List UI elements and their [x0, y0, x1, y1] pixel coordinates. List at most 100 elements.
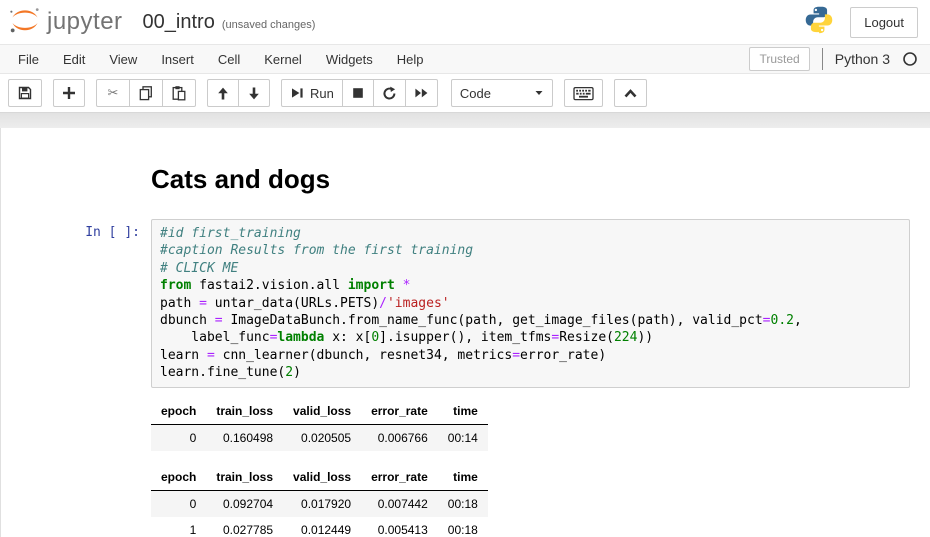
save-icon — [17, 85, 33, 101]
code-line: learn.fine_tune(2) — [160, 364, 901, 381]
table-cell: 0.160498 — [206, 424, 283, 451]
run-button[interactable]: Run — [281, 79, 343, 107]
code-line: learn = cnn_learner(dbunch, resnet34, me… — [160, 347, 901, 364]
table-cell: 0.012449 — [283, 517, 361, 537]
scroll-up-button[interactable] — [614, 79, 647, 107]
trusted-button[interactable]: Trusted — [749, 47, 809, 71]
cell-type-value: Code — [460, 86, 491, 101]
stop-button[interactable] — [343, 79, 374, 107]
code-line: #id first_training — [160, 225, 901, 242]
cut-button[interactable]: ✂ — [96, 79, 130, 107]
training-results-table-2: epochtrain_lossvalid_losserror_ratetime0… — [151, 464, 488, 537]
code-line: from fastai2.vision.all import * — [160, 277, 901, 294]
code-area: #id first_training#caption Results from … — [160, 225, 901, 382]
notebook-title[interactable]: 00_intro — [143, 11, 215, 34]
paste-icon — [171, 85, 187, 101]
caret-down-icon — [534, 86, 544, 101]
scroll-up-icon — [623, 87, 638, 100]
menu-item-insert[interactable]: Insert — [149, 46, 206, 73]
paste-button[interactable] — [163, 79, 196, 107]
table-cell: 00:18 — [438, 517, 488, 537]
table-cell: 0.007442 — [361, 490, 438, 517]
training-results-table-1: epochtrain_lossvalid_losserror_ratetime0… — [151, 398, 488, 451]
column-header-error_rate: error_rate — [361, 464, 438, 491]
svg-text:✂: ✂ — [108, 85, 119, 100]
toolbar-extra-groups — [564, 79, 647, 107]
jupyter-logo[interactable]: jupyter — [8, 6, 123, 39]
menu-item-help[interactable]: Help — [385, 46, 436, 73]
table-cell: 0.027785 — [206, 517, 283, 537]
menu-item-view[interactable]: View — [97, 46, 149, 73]
move-up-button[interactable] — [207, 79, 239, 107]
add-cell-button[interactable] — [53, 79, 85, 107]
menu-item-widgets[interactable]: Widgets — [314, 46, 385, 73]
menubar-items: FileEditViewInsertCellKernelWidgetsHelp — [6, 46, 436, 73]
restart-button[interactable] — [374, 79, 406, 107]
run-button-label: Run — [310, 86, 334, 101]
toolbar-button-group — [564, 79, 603, 107]
column-header-valid_loss: valid_loss — [283, 464, 361, 491]
code-line: label_func=lambda x: x[0].isupper(), ite… — [160, 329, 901, 346]
checkpoint-status: (unsaved changes) — [222, 14, 316, 31]
code-line: # CLICK ME — [160, 260, 901, 277]
menu-item-kernel[interactable]: Kernel — [252, 46, 314, 73]
column-header-train_loss: train_loss — [206, 398, 283, 425]
fast-forward-button[interactable] — [406, 79, 438, 107]
command-palette-button[interactable] — [564, 79, 603, 107]
toolbar-button-group — [207, 79, 270, 107]
python-logo-icon — [804, 5, 834, 40]
column-header-time: time — [438, 398, 488, 425]
toolbar-groups: ✂ Run — [8, 79, 438, 107]
kernel-name: Python 3 — [835, 51, 890, 67]
toolbar-button-group — [8, 79, 42, 107]
jupyter-logo-icon — [8, 6, 42, 39]
code-cell[interactable]: In [ ]: #id first_training#caption Resul… — [1, 219, 930, 388]
table-row: 10.0277850.0124490.00541300:18 — [151, 517, 488, 537]
toolbar-button-group — [614, 79, 647, 107]
cut-icon: ✂ — [105, 85, 121, 101]
jupyter-logo-text: jupyter — [47, 8, 123, 36]
column-header-epoch: epoch — [151, 464, 206, 491]
markdown-heading[interactable]: Cats and dogs — [151, 164, 910, 195]
cell-type-dropdown[interactable]: Code — [451, 79, 553, 107]
kernel-separator — [822, 48, 823, 70]
code-line: dbunch = ImageDataBunch.from_name_func(p… — [160, 312, 901, 329]
table-row: 00.1604980.0205050.00676600:14 — [151, 424, 488, 451]
table-cell: 1 — [151, 517, 206, 537]
logout-button[interactable]: Logout — [850, 7, 918, 38]
code-line: #caption Results from the first training — [160, 242, 901, 259]
table-cell: 0 — [151, 424, 206, 451]
add-cell-icon — [62, 86, 76, 100]
header: jupyter 00_intro (unsaved changes) Logou… — [0, 0, 930, 44]
copy-icon — [138, 85, 154, 101]
move-down-button[interactable] — [239, 79, 270, 107]
menu-item-cell[interactable]: Cell — [206, 46, 252, 73]
notebook-area: Cats and dogs In [ ]: #id first_training… — [0, 128, 930, 537]
menu-item-edit[interactable]: Edit — [51, 46, 97, 73]
table-cell: 0.092704 — [206, 490, 283, 517]
stop-icon — [351, 86, 365, 100]
toolbar-button-group: Run — [281, 79, 438, 107]
restart-icon — [382, 86, 397, 101]
save-button[interactable] — [8, 79, 42, 107]
table-cell: 0.020505 — [283, 424, 361, 451]
table-cell: 0.006766 — [361, 424, 438, 451]
table-cell: 00:14 — [438, 424, 488, 451]
menubar: FileEditViewInsertCellKernelWidgetsHelp … — [0, 44, 930, 74]
copy-button[interactable] — [130, 79, 163, 107]
output-area: epochtrain_lossvalid_losserror_ratetime0… — [151, 398, 910, 537]
code-editor[interactable]: #id first_training#caption Results from … — [151, 219, 910, 388]
input-prompt: In [ ]: — [1, 219, 151, 240]
column-header-time: time — [438, 464, 488, 491]
toolbar: ✂ Run Code — [0, 74, 930, 112]
table-cell: 0.017920 — [283, 490, 361, 517]
page-background-strip — [0, 112, 930, 128]
menu-item-file[interactable]: File — [6, 46, 51, 73]
column-header-error_rate: error_rate — [361, 398, 438, 425]
kernel-idle-icon — [902, 51, 918, 67]
table-cell: 0 — [151, 490, 206, 517]
column-header-valid_loss: valid_loss — [283, 398, 361, 425]
table-cell: 0.005413 — [361, 517, 438, 537]
code-line: path = untar_data(URLs.PETS)/'images' — [160, 295, 901, 312]
column-header-epoch: epoch — [151, 398, 206, 425]
